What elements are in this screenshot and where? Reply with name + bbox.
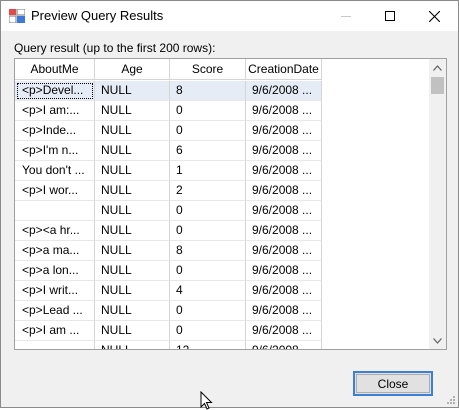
scroll-up-button[interactable] <box>429 59 446 76</box>
grid-header: AboutMe Age Score CreationDate <box>15 59 322 81</box>
table-cell[interactable]: 0 <box>170 261 246 281</box>
column-header[interactable]: Age <box>95 59 170 80</box>
table-cell[interactable]: 9/6/2008 ... <box>246 101 322 121</box>
table-cell[interactable]: 9/6/2008 ... <box>246 121 322 141</box>
table-cell[interactable]: NULL <box>95 261 170 281</box>
table-row[interactable]: NULL 0 9/6/2008 ... <box>15 201 322 221</box>
table-cell[interactable]: 0 <box>170 201 246 221</box>
table-cell[interactable]: NULL <box>95 221 170 241</box>
table-cell[interactable]: <p>Devel... <box>15 81 95 101</box>
table-cell[interactable]: NULL <box>95 141 170 161</box>
table-cell[interactable]: <p>I am ... <box>15 321 95 341</box>
table-cell[interactable]: NULL <box>95 241 170 261</box>
table-cell[interactable]: 4 <box>170 281 246 301</box>
table-cell[interactable]: 8 <box>170 241 246 261</box>
table-cell[interactable]: <p>I writ... <box>15 281 95 301</box>
table-row[interactable]: <p>I writ... NULL 4 9/6/2008 ... <box>15 281 322 301</box>
table-cell[interactable]: You don't ... <box>15 161 95 181</box>
table-row[interactable]: NULL 12 9/6/2008 ... <box>15 341 322 349</box>
close-icon <box>428 10 440 22</box>
chevron-down-icon <box>433 337 442 344</box>
table-cell[interactable]: NULL <box>95 281 170 301</box>
table-cell[interactable]: 9/6/2008 ... <box>246 81 322 101</box>
title-bar[interactable]: Preview Query Results <box>1 1 458 31</box>
table-row[interactable]: <p>a lon... NULL 0 9/6/2008 ... <box>15 261 322 281</box>
table-cell[interactable]: <p>Lead ... <box>15 301 95 321</box>
table-cell[interactable] <box>15 201 95 221</box>
column-header[interactable]: AboutMe <box>15 59 95 80</box>
table-cell[interactable]: <p><a hr... <box>15 221 95 241</box>
table-cell[interactable]: <p>a lon... <box>15 261 95 281</box>
table-cell[interactable]: 9/6/2008 ... <box>246 201 322 221</box>
dialog-window: Preview Query Results Query result (up t… <box>0 0 459 410</box>
table-row[interactable]: <p>I am ... NULL 0 9/6/2008 ... <box>15 321 322 341</box>
table-cell[interactable]: 9/6/2008 ... <box>246 221 322 241</box>
table-row[interactable]: <p>I wor... NULL 2 9/6/2008 ... <box>15 181 322 201</box>
table-cell[interactable]: 0 <box>170 121 246 141</box>
column-header[interactable]: Score <box>170 59 246 80</box>
table-row[interactable]: <p>I am:... NULL 0 9/6/2008 ... <box>15 101 322 121</box>
table-cell[interactable]: 9/6/2008 ... <box>246 241 322 261</box>
minimize-button[interactable] <box>324 1 368 31</box>
window-title: Preview Query Results <box>31 8 164 23</box>
table-cell[interactable]: 9/6/2008 ... <box>246 281 322 301</box>
table-cell[interactable]: 1 <box>170 161 246 181</box>
table-cell[interactable]: <p>I am:... <box>15 101 95 121</box>
table-cell[interactable]: NULL <box>95 301 170 321</box>
table-cell[interactable]: 0 <box>170 321 246 341</box>
table-cell[interactable]: 0 <box>170 221 246 241</box>
table-cell[interactable]: NULL <box>95 161 170 181</box>
table-row[interactable]: <p>Lead ... NULL 0 9/6/2008 ... <box>15 301 322 321</box>
grid-rows: <p>Devel... NULL 8 9/6/2008 ... <p>I am:... N… <box>15 81 322 349</box>
button-focus-border <box>356 374 430 393</box>
resize-grip-icon[interactable] <box>445 394 455 404</box>
table-cell[interactable]: 9/6/2008 ... <box>246 341 322 349</box>
table-cell[interactable]: 9/6/2008 ... <box>246 141 322 161</box>
table-cell[interactable]: 9/6/2008 ... <box>246 301 322 321</box>
table-cell[interactable]: 12 <box>170 341 246 349</box>
results-grid[interactable]: AboutMe Age Score CreationDate <p>Devel.… <box>14 58 447 350</box>
table-row[interactable]: <p>Inde... NULL 0 9/6/2008 ... <box>15 121 322 141</box>
scroll-down-button[interactable] <box>429 332 446 349</box>
vertical-scrollbar[interactable] <box>429 59 446 349</box>
table-cell[interactable]: 0 <box>170 301 246 321</box>
scrollbar-thumb[interactable] <box>431 77 444 94</box>
table-cell[interactable]: 2 <box>170 181 246 201</box>
column-header[interactable]: CreationDate <box>246 59 322 80</box>
table-cell[interactable]: 9/6/2008 ... <box>246 261 322 281</box>
table-cell[interactable]: <p>I'm n... <box>15 141 95 161</box>
table-cell[interactable]: NULL <box>95 81 170 101</box>
maximize-button[interactable] <box>368 1 412 31</box>
table-cell[interactable]: 9/6/2008 ... <box>246 181 322 201</box>
table-cell[interactable]: <p>Inde... <box>15 121 95 141</box>
table-cell[interactable]: 9/6/2008 ... <box>246 321 322 341</box>
app-icon <box>9 9 25 23</box>
table-row[interactable]: <p>Devel... NULL 8 9/6/2008 ... <box>15 81 322 101</box>
table-cell[interactable]: <p>I wor... <box>15 181 95 201</box>
table-cell[interactable]: NULL <box>95 201 170 221</box>
table-cell[interactable]: NULL <box>95 181 170 201</box>
chevron-up-icon <box>433 64 442 71</box>
table-cell[interactable]: 0 <box>170 101 246 121</box>
table-cell[interactable]: <p>a ma... <box>15 241 95 261</box>
table-row[interactable]: <p>a ma... NULL 8 9/6/2008 ... <box>15 241 322 261</box>
table-cell[interactable]: NULL <box>95 121 170 141</box>
table-cell[interactable]: NULL <box>95 101 170 121</box>
table-cell[interactable]: NULL <box>95 321 170 341</box>
table-cell[interactable]: 6 <box>170 141 246 161</box>
close-button[interactable]: Close <box>353 371 433 396</box>
table-cell[interactable]: 9/6/2008 ... <box>246 161 322 181</box>
result-caption: Query result (up to the first 200 rows): <box>14 41 216 55</box>
maximize-icon <box>385 11 395 21</box>
table-cell[interactable] <box>15 341 95 349</box>
mouse-pointer-icon <box>200 391 213 410</box>
table-cell[interactable]: 8 <box>170 81 246 101</box>
table-row[interactable]: <p>I'm n... NULL 6 9/6/2008 ... <box>15 141 322 161</box>
table-row[interactable]: You don't ... NULL 1 9/6/2008 ... <box>15 161 322 181</box>
table-row[interactable]: <p><a hr... NULL 0 9/6/2008 ... <box>15 221 322 241</box>
minimize-icon <box>341 16 351 17</box>
table-cell[interactable]: NULL <box>95 341 170 349</box>
window-close-button[interactable] <box>412 1 456 31</box>
